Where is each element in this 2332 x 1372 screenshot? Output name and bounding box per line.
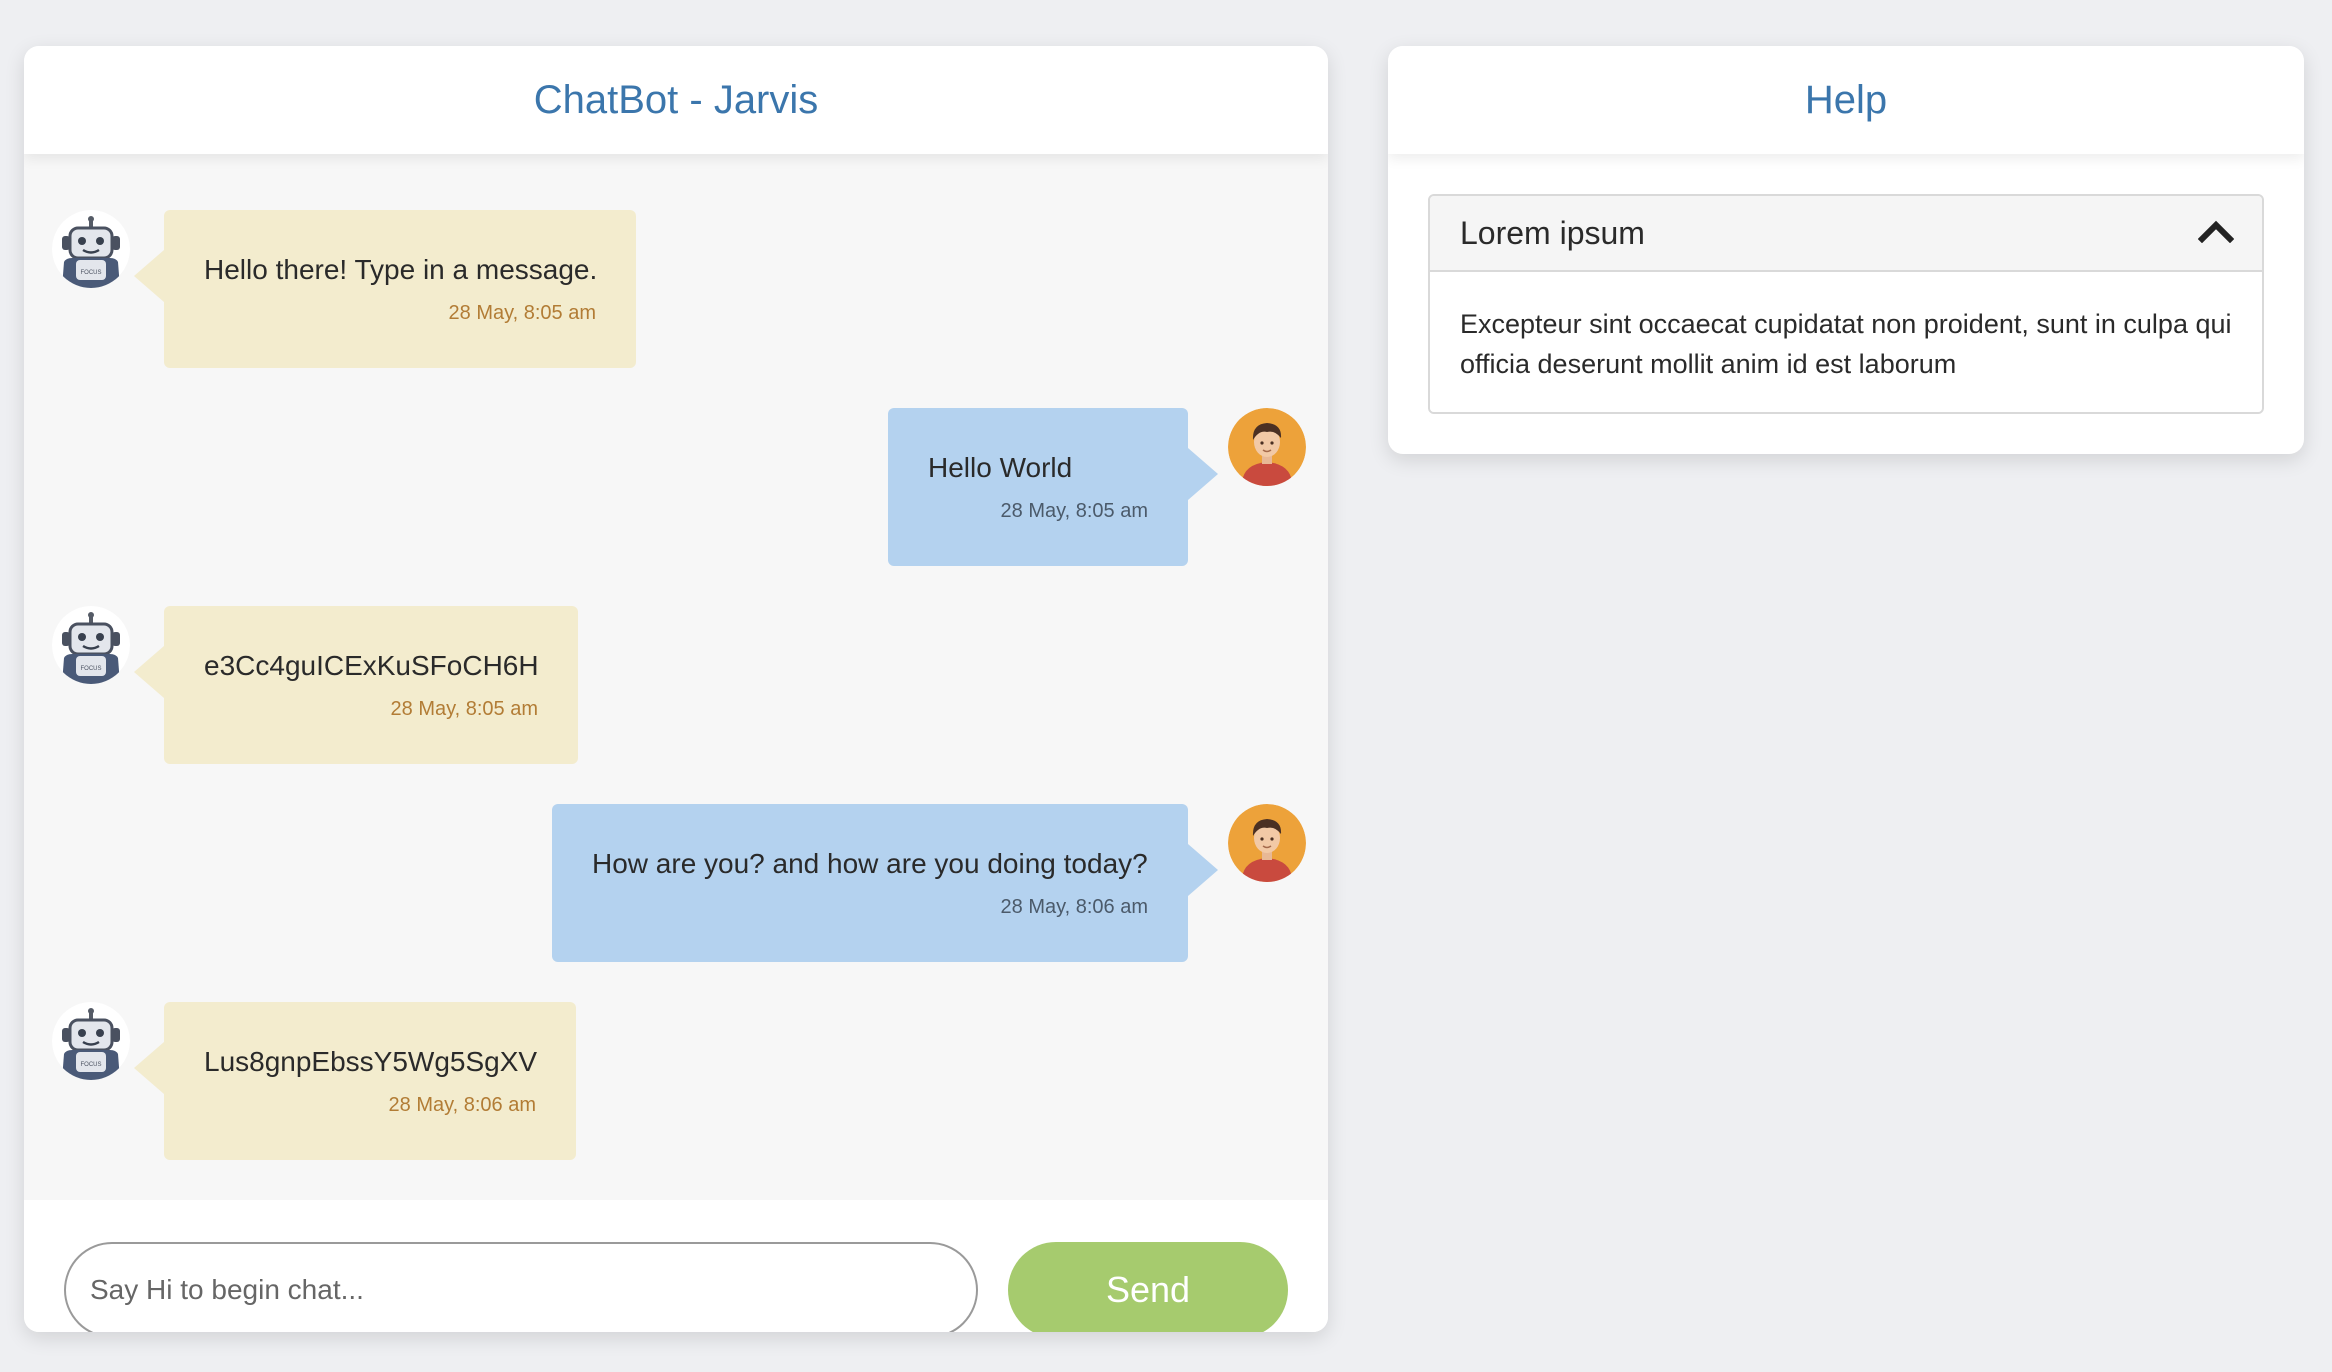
help-title: Help [1804,77,1888,122]
user-avatar-icon [1228,804,1306,882]
message-timestamp: 28 May, 8:06 am [1000,896,1148,918]
chat-header: ChatBot - Jarvis [24,46,1328,154]
accordion-content: Excepteur sint occaecat cupidatat non pr… [1430,272,2262,412]
chat-bubble: Hello there! Type in a message. 28 May, … [134,210,636,368]
svg-text:FOCUS: FOCUS [81,270,102,276]
chat-panel: ChatBot - Jarvis FOCUS Hello there! Type… [24,46,1328,1332]
message-text: e3Cc4guICExKuSFoCH6H [204,650,539,681]
send-button[interactable]: Send [1008,1242,1288,1332]
chat-bubble: How are you? and how are you doing today… [552,804,1218,962]
message-timestamp: 28 May, 8:06 am [388,1094,536,1116]
chat-bubble: Lus8gnpEbssY5Wg5SgXV 28 May, 8:06 am [134,1002,576,1160]
svg-text:FOCUS: FOCUS [81,1062,102,1068]
chevron-up-icon[interactable] [2197,219,2235,248]
help-header: Help [1388,46,2304,154]
robot-icon: FOCUS [52,1002,130,1080]
chat-bubble: e3Cc4guICExKuSFoCH6H 28 May, 8:05 am [134,606,578,764]
help-accordion: Lorem ipsum Excepteur sint occaecat cupi… [1428,194,2264,414]
message-timestamp: 28 May, 8:05 am [390,698,538,720]
chat-messages[interactable]: FOCUS Hello there! Type in a message. 28… [24,154,1328,1200]
user-avatar-icon [1228,408,1306,486]
message-timestamp: 28 May, 8:05 am [448,302,596,324]
svg-text:FOCUS: FOCUS [81,666,102,672]
robot-icon: FOCUS [52,210,130,288]
robot-icon: FOCUS [52,606,130,684]
message-text: Hello there! Type in a message. [204,254,598,285]
chat-bubble: Hello World 28 May, 8:05 am [888,408,1218,566]
accordion-header[interactable]: Lorem ipsum [1430,196,2262,272]
help-panel: Help Lorem ipsum Excepteur sint occaecat… [1388,46,2304,454]
chat-message-input[interactable] [64,1242,978,1332]
message-text: Lus8gnpEbssY5Wg5SgXV [204,1046,538,1077]
accordion-title: Lorem ipsum [1460,214,1645,251]
chat-title: ChatBot - Jarvis [533,77,819,122]
chat-footer: Send [24,1200,1328,1332]
message-text: How are you? and how are you doing today… [592,848,1148,879]
message-text: Hello World [928,452,1073,483]
message-timestamp: 28 May, 8:05 am [1000,500,1148,522]
